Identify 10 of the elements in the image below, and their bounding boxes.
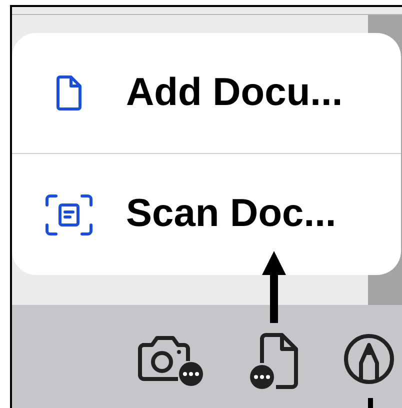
menu-item[interactable]: Scan Doc...: [12, 154, 401, 275]
scan-document-icon: [45, 194, 93, 236]
pen-icon[interactable]: [344, 333, 394, 385]
menu-item-label: Scan Doc...: [126, 191, 336, 238]
annotation-arrow: [261, 251, 287, 323]
document-icon[interactable]: [248, 333, 300, 391]
menu-item-label: Add Docu...: [126, 70, 343, 116]
camera-icon[interactable]: [136, 333, 204, 387]
document-icon: [56, 75, 82, 111]
menu-item[interactable]: Add Docu...: [12, 33, 401, 154]
